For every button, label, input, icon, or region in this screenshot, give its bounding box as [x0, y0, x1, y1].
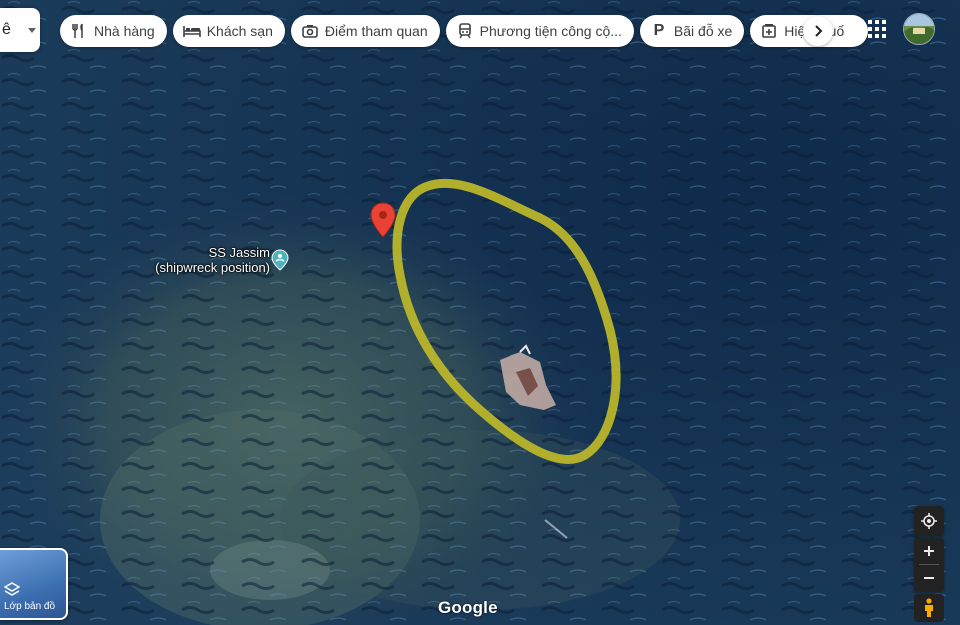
- crosshair-icon: [921, 513, 937, 529]
- poi-shipwreck[interactable]: SS Jassim (shipwreck position): [140, 245, 300, 281]
- chips-next-button[interactable]: [803, 16, 833, 46]
- zoom-controls: [914, 538, 944, 592]
- google-logo: Google: [438, 598, 498, 617]
- poi-label: SS Jassim (shipwreck position): [155, 245, 270, 275]
- camera-icon: [301, 22, 319, 40]
- chip-restaurants[interactable]: Nhà hàng: [60, 15, 167, 47]
- train-icon: [456, 22, 474, 40]
- map-canvas[interactable]: SS Jassim (shipwreck position): [0, 0, 960, 625]
- chip-attractions[interactable]: Điểm tham quan: [290, 15, 440, 47]
- zoom-out-button[interactable]: [914, 565, 944, 591]
- minus-icon: [924, 577, 934, 579]
- search-text: ê: [2, 21, 11, 38]
- chip-label: Điểm tham quan: [324, 23, 428, 39]
- plus-icon: [924, 546, 934, 556]
- layers-button[interactable]: Lớp bản đồ: [0, 548, 68, 620]
- poi-name-line1: SS Jassim: [208, 245, 270, 260]
- chip-label: Phương tiện công cộ...: [479, 23, 622, 39]
- my-location-button[interactable]: [914, 506, 944, 536]
- chip-transit[interactable]: Phương tiện công cộ...: [445, 15, 634, 47]
- bed-icon: [182, 22, 201, 40]
- search-box[interactable]: ê: [0, 8, 40, 52]
- chip-label: Khách sạn: [206, 23, 273, 39]
- chip-label: Bãi đỗ xe: [673, 23, 733, 39]
- location-pin-icon[interactable]: [370, 202, 396, 243]
- chip-label: Nhà hàng: [94, 23, 155, 39]
- poi-pin-icon: [271, 249, 289, 271]
- fork-knife-icon: [70, 22, 88, 40]
- category-chips: Nhà hàng Khách sạn Điểm tham quan Phương…: [60, 15, 874, 47]
- apps-grid-icon[interactable]: [866, 18, 888, 40]
- chevron-down-icon[interactable]: [28, 27, 36, 33]
- zoom-in-button[interactable]: [914, 538, 944, 564]
- parking-icon: P: [653, 22, 665, 39]
- chip-parking[interactable]: P Bãi đỗ xe: [639, 15, 745, 47]
- street-view-pegman-icon[interactable]: [914, 594, 944, 622]
- layers-label: Lớp bản đồ: [4, 601, 56, 612]
- chip-hotels[interactable]: Khách sạn: [172, 15, 285, 47]
- pharmacy-icon: [760, 22, 778, 40]
- layers-icon: [4, 582, 20, 596]
- poi-name-line2: (shipwreck position): [155, 260, 270, 275]
- satellite-imagery: [0, 0, 960, 625]
- avatar[interactable]: [903, 13, 935, 45]
- chevron-right-icon: [815, 25, 823, 37]
